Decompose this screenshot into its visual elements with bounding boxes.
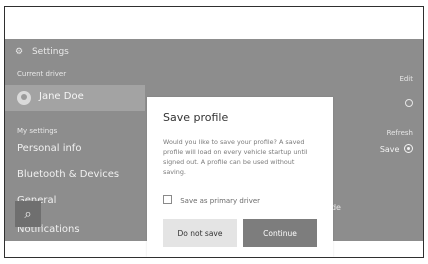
driver-select-radio[interactable] bbox=[405, 99, 413, 107]
settings-header: ⚙ Settings bbox=[15, 47, 69, 57]
primary-driver-checkbox-label: Save as primary driver bbox=[180, 197, 261, 205]
continue-button[interactable]: Continue bbox=[243, 219, 317, 247]
do-not-save-button[interactable]: Do not save bbox=[163, 219, 237, 247]
my-settings-label: My settings bbox=[17, 127, 58, 135]
current-driver-label: Current driver bbox=[17, 70, 67, 78]
sidebar-item-personal-info[interactable]: Personal info bbox=[17, 143, 81, 154]
save-option-label: Save bbox=[379, 145, 400, 154]
primary-driver-checkbox[interactable] bbox=[163, 195, 172, 204]
search-button[interactable]: ⌕ bbox=[15, 201, 41, 227]
edit-link[interactable]: Edit bbox=[399, 75, 413, 83]
sidebar-item-bluetooth-devices[interactable]: Bluetooth & Devices bbox=[17, 169, 119, 180]
current-driver-name: Jane Doe bbox=[39, 91, 84, 102]
current-driver-row[interactable]: Jane Doe bbox=[5, 85, 145, 111]
primary-driver-checkbox-row[interactable]: Save as primary driver bbox=[163, 194, 260, 205]
refresh-label: Refresh bbox=[386, 129, 413, 137]
save-option[interactable]: Save bbox=[380, 143, 413, 154]
save-profile-dialog: Save profile Would you like to save your… bbox=[147, 97, 333, 257]
settings-app: ⚙ Settings Current driver Jane Doe My se… bbox=[5, 39, 423, 257]
avatar bbox=[17, 91, 31, 105]
save-radio[interactable] bbox=[404, 144, 413, 153]
search-icon: ⌕ bbox=[24, 206, 32, 222]
screen-frame: ⚙ Settings Current driver Jane Doe My se… bbox=[4, 6, 424, 258]
dialog-title: Save profile bbox=[163, 111, 229, 124]
settings-title: Settings bbox=[31, 47, 69, 57]
dialog-message: Would you like to save your profile? A s… bbox=[163, 138, 308, 176]
gear-icon: ⚙ bbox=[15, 47, 24, 57]
